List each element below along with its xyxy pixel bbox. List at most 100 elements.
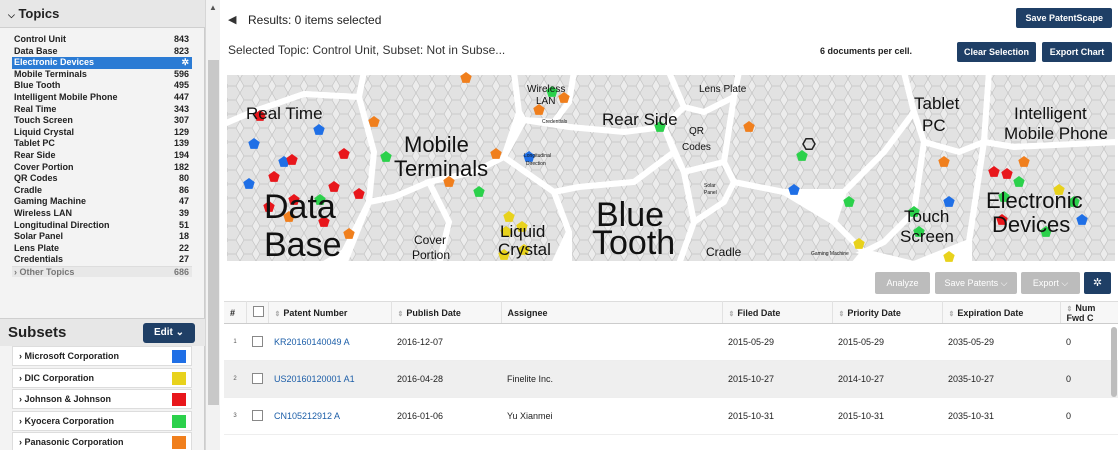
topic-voronoi-map[interactable]: Real Time DataBase MobileTerminals Wireless… <box>224 72 1118 264</box>
subsets-header: Subsets Edit ⌄ <box>0 318 205 346</box>
patent-number-link[interactable]: KR20160140049 A <box>274 337 350 347</box>
subset-color-swatch[interactable] <box>172 436 186 449</box>
sort-icon[interactable]: ⇕ <box>949 311 955 318</box>
topic-item[interactable]: Credentials 27 <box>12 254 192 266</box>
patentscape-map[interactable]: Real Time Data Base Mobile Terminals Wireless… <box>224 72 1118 264</box>
edit-subsets-button[interactable]: Edit ⌄ <box>143 323 195 343</box>
row-checkbox-cell[interactable] <box>246 397 268 435</box>
column-header-label: Filed Date <box>737 307 781 318</box>
gear-icon[interactable]: ✲ <box>181 57 189 69</box>
table-scrollbar[interactable] <box>1110 323 1118 450</box>
topic-label: Solar Panel <box>14 231 64 242</box>
sort-icon[interactable]: ⇕ <box>729 311 735 318</box>
column-header[interactable]: ⇕ Patent Number <box>268 301 392 324</box>
cell-value: 2035-10-31 <box>948 411 995 421</box>
topic-item[interactable]: Longitudinal Direction 51 <box>12 220 192 232</box>
save-patents-button[interactable]: Save Patents ⌵ <box>935 272 1017 294</box>
subset-item[interactable]: › Panasonic Corporation <box>12 432 192 450</box>
sort-icon[interactable]: ⇕ <box>398 311 404 318</box>
subset-item[interactable]: › Kyocera Corporation <box>12 410 192 431</box>
other-topics-label: › Other Topics <box>14 266 75 277</box>
column-header[interactable]: ⇕ Filed Date <box>722 301 833 324</box>
topic-item[interactable]: Mobile Terminals 596 <box>12 69 192 81</box>
sort-icon[interactable]: ⇕ <box>275 311 281 318</box>
cell-value: 2 <box>233 376 237 382</box>
topic-count: 51 <box>178 219 189 230</box>
topic-item[interactable]: Blue Tooth 495 <box>12 80 192 92</box>
subset-item[interactable]: › Johnson & Johnson <box>12 389 192 409</box>
topics-header[interactable]: ⌵ Topics <box>0 0 205 28</box>
topic-item[interactable]: Wireless LAN 39 <box>12 208 192 220</box>
cell-value: 2015-10-31 <box>838 411 885 421</box>
map-topic-label: Liquid <box>500 222 545 241</box>
export-button[interactable]: Export ⌵ <box>1021 272 1080 294</box>
topic-count: 139 <box>173 138 189 149</box>
topic-item[interactable]: Touch Screen 307 <box>12 115 192 127</box>
clear-selection-button[interactable]: Clear Selection <box>957 42 1036 62</box>
cell-value: 2016-12-07 <box>397 337 444 347</box>
patent-number-link[interactable]: CN105212912 A <box>274 411 340 421</box>
subset-color-swatch[interactable] <box>172 393 186 406</box>
topic-item[interactable]: Cover Portion 182 <box>12 162 192 174</box>
map-topic-label: Longitudinal <box>524 153 551 159</box>
topic-item[interactable]: Solar Panel 18 <box>12 231 192 243</box>
column-header[interactable]: ⇕ Priority Date <box>832 301 943 324</box>
scroll-thumb[interactable] <box>208 60 219 405</box>
save-patentscape-button[interactable]: Save PatentScape <box>1016 8 1112 28</box>
row-checkbox-cell[interactable] <box>246 323 268 361</box>
subset-color-swatch[interactable] <box>172 414 186 428</box>
table-row[interactable]: 2 US20160120001 A1 2016-04-28 Finelite Inc.… <box>224 360 1118 398</box>
cell-value: 2015-05-29 <box>838 337 885 347</box>
patents-table: # ⇕ Patent Number ⇕ Publish Date Assignee ⇕ Fil… <box>224 301 1118 435</box>
column-header[interactable] <box>246 301 269 324</box>
map-topic-label: Rear Side <box>602 110 678 129</box>
cell-patent[interactable]: CN105212912 A <box>268 397 391 435</box>
patent-number-link[interactable]: US20160120001 A1 <box>274 374 355 384</box>
table-scroll-thumb[interactable] <box>1111 327 1117 397</box>
table-body: 1 KR20160140049 A 2016-12-07 2015-05-29 2015… <box>224 323 1118 435</box>
row-checkbox[interactable] <box>252 372 263 384</box>
export-chart-button[interactable]: Export Chart <box>1042 42 1112 62</box>
cell-patent[interactable]: US20160120001 A1 <box>268 360 391 398</box>
collapse-left-icon[interactable]: ◀ <box>228 13 236 26</box>
subset-color-swatch[interactable] <box>172 350 186 363</box>
topic-item[interactable]: Data Base 823 <box>12 46 192 58</box>
subset-item[interactable]: › DIC Corporation <box>12 367 192 388</box>
subset-item[interactable]: › Microsoft Corporation <box>12 346 192 366</box>
analyze-button[interactable]: Analyze <box>875 272 930 294</box>
cell-publish: 2016-12-07 <box>391 323 501 361</box>
row-checkbox-cell[interactable] <box>246 360 268 398</box>
left-scrollbar[interactable]: ▲ <box>205 0 220 450</box>
row-checkbox[interactable] <box>252 335 263 347</box>
topic-item[interactable]: Intelligent Mobile Phone 447 <box>12 92 192 104</box>
column-header[interactable]: Assignee <box>501 301 723 324</box>
patentscape-app: ⌵ Topics Control Unit 843 Data Base 823 Elec… <box>0 0 1118 450</box>
subset-color-swatch[interactable] <box>172 371 186 385</box>
other-topics-item[interactable]: › Other Topics 686 <box>12 265 192 278</box>
cell-value: 0 <box>1066 411 1072 421</box>
topic-item[interactable]: Liquid Crystal 129 <box>12 127 192 139</box>
select-all-checkbox[interactable] <box>252 306 264 317</box>
topic-item[interactable]: Rear Side 194 <box>12 150 192 162</box>
column-header[interactable]: ⇕ Expiration Date <box>942 301 1061 324</box>
table-row[interactable]: 1 KR20160140049 A 2016-12-07 2015-05-29 2015… <box>224 323 1118 361</box>
cell-patent[interactable]: KR20160140049 A <box>268 323 391 361</box>
topic-item[interactable]: Cradle 86 <box>12 185 192 197</box>
gear-icon[interactable]: ✲ <box>1084 272 1111 294</box>
table-row[interactable]: 3 CN105212912 A 2016-01-06 Yu Xianmei 2015-1… <box>224 397 1118 435</box>
topic-item[interactable]: Gaming Machine 47 <box>12 196 192 208</box>
scroll-up-icon[interactable]: ▲ <box>209 3 217 12</box>
sort-icon[interactable]: ⇕ <box>1067 306 1073 313</box>
topic-item[interactable]: Tablet PC 139 <box>12 138 192 150</box>
topic-item[interactable]: Control Unit 843 <box>12 34 192 46</box>
topic-item[interactable]: QR Codes 80 <box>12 173 192 185</box>
column-header[interactable]: # <box>224 301 247 324</box>
sort-icon[interactable]: ⇕ <box>839 311 845 318</box>
topic-item[interactable]: Real Time 343 <box>12 104 192 116</box>
topic-item[interactable]: Electronic Devices ✲ <box>12 57 192 69</box>
topic-count: 194 <box>173 149 189 160</box>
column-header[interactable]: ⇕ Publish Date <box>391 301 502 324</box>
row-checkbox[interactable] <box>252 409 263 421</box>
column-header[interactable]: ⇕ Num Fwd C <box>1060 301 1118 324</box>
topic-item[interactable]: Lens Plate 22 <box>12 243 192 255</box>
